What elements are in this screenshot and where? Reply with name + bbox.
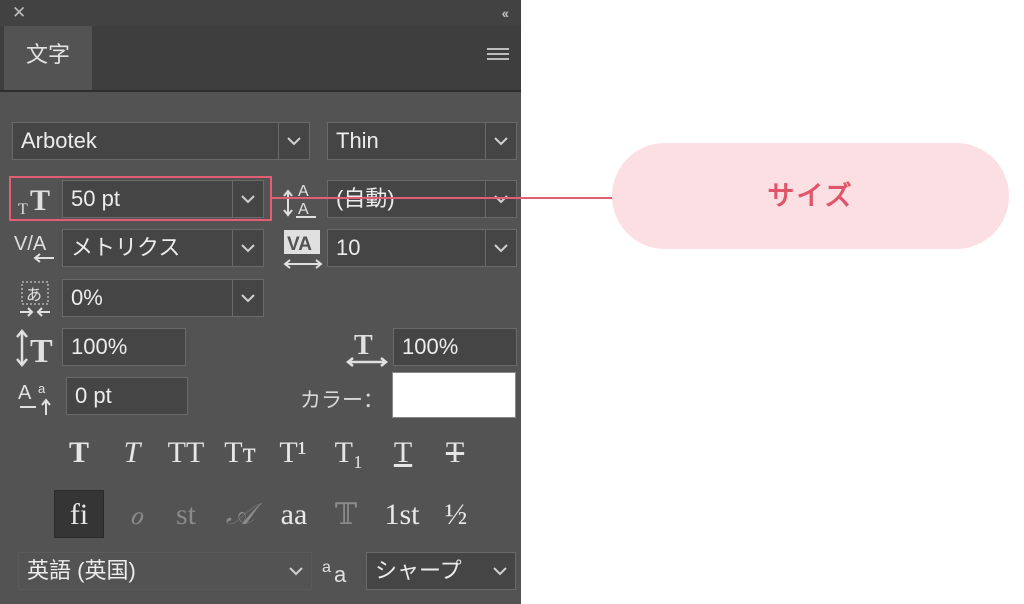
svg-text:a: a [38,381,46,396]
vertical-scale-icon: T [14,328,60,373]
chevron-down-icon [485,181,516,217]
svg-text:A: A [18,382,32,404]
antialias-icon: aa [322,556,356,591]
tracking-value: 10 [336,235,361,260]
titling-alternates-button[interactable]: 𝕋 [324,492,368,538]
stylistic-alternates-button[interactable]: aa [270,492,318,538]
leading-select[interactable]: (自動) [327,180,517,218]
vertical-scale-field[interactable]: 100% [62,328,186,366]
size-callout: サイズ [612,143,1009,249]
horizontal-scale-field[interactable]: 100% [393,328,517,366]
fractions-button[interactable]: ½ [434,492,478,538]
all-caps-button[interactable]: TT [162,433,210,473]
antialias-value: シャープ [375,558,462,583]
tracking-icon: VA [282,228,324,277]
chevron-down-icon [232,230,263,266]
chevron-down-icon [278,123,309,159]
contextual-alternates-button[interactable]: ℴ [114,492,158,538]
svg-text:あ: あ [26,286,42,304]
font-style-value: Thin [336,128,379,153]
svg-text:V/A: V/A [14,233,47,255]
leading-icon: AA [282,178,322,225]
horizontal-scale-icon: T [345,328,390,375]
color-label: カラー： [300,389,384,412]
language-value: 英語 (英国) [27,558,136,583]
size-highlight-box [9,176,272,221]
kerning-value: メトリクス [71,235,181,260]
small-caps-button[interactable]: Tт [218,433,262,473]
tsume-select[interactable]: 0% [62,279,264,317]
strikethrough-button[interactable]: T [436,433,474,473]
tsume-icon: あ [18,280,56,325]
close-icon[interactable]: ✕ [12,3,26,23]
tsume-value: 0% [71,285,103,310]
svg-text:T: T [30,333,53,368]
chevron-down-icon [485,123,516,159]
baseline-shift-field[interactable]: 0 pt [66,377,188,415]
character-panel: ✕ ‹‹ 文字 Arbotek Thin TT 50 pt AA (自動) V/… [0,0,521,604]
faux-bold-button[interactable]: T [60,433,98,473]
svg-text:VA: VA [287,234,312,255]
baseline-shift-icon: Aa [18,377,58,422]
svg-text:a: a [322,559,331,576]
tab-character[interactable]: 文字 [4,26,92,90]
svg-text:T: T [354,330,373,361]
antialias-select[interactable]: シャープ [366,552,516,590]
svg-text:A: A [298,201,309,218]
language-select[interactable]: 英語 (英国) [18,552,312,590]
kerning-icon: V/A [14,228,60,275]
collapse-icon[interactable]: ‹‹ [502,3,509,23]
superscript-button[interactable]: T¹ [274,433,312,473]
subscript-button[interactable]: T₁ [330,433,368,473]
font-family-value: Arbotek [21,128,97,153]
panel-titlebar: ✕ ‹‹ [0,0,521,26]
color-swatch[interactable] [392,372,516,418]
chevron-down-icon [281,553,311,589]
chevron-down-icon [485,230,516,266]
standard-ligatures-button[interactable]: fi [57,492,101,538]
divider [0,90,521,92]
faux-italic-button[interactable]: T [113,433,151,473]
panel-menu-icon[interactable] [487,48,509,62]
chevron-down-icon [485,553,515,589]
ordinals-button[interactable]: 1st [378,492,426,538]
discretionary-ligatures-button[interactable]: st [164,492,208,538]
underline-button[interactable]: T [384,433,422,473]
callout-connector [272,197,614,199]
tab-bar: 文字 [0,26,521,90]
swash-button[interactable]: 𝒜 [218,492,262,538]
font-style-select[interactable]: Thin [327,122,517,160]
kerning-select[interactable]: メトリクス [62,229,264,267]
svg-text:a: a [334,562,347,586]
chevron-down-icon [232,280,263,316]
font-family-select[interactable]: Arbotek [12,122,310,160]
tracking-select[interactable]: 10 [327,229,517,267]
